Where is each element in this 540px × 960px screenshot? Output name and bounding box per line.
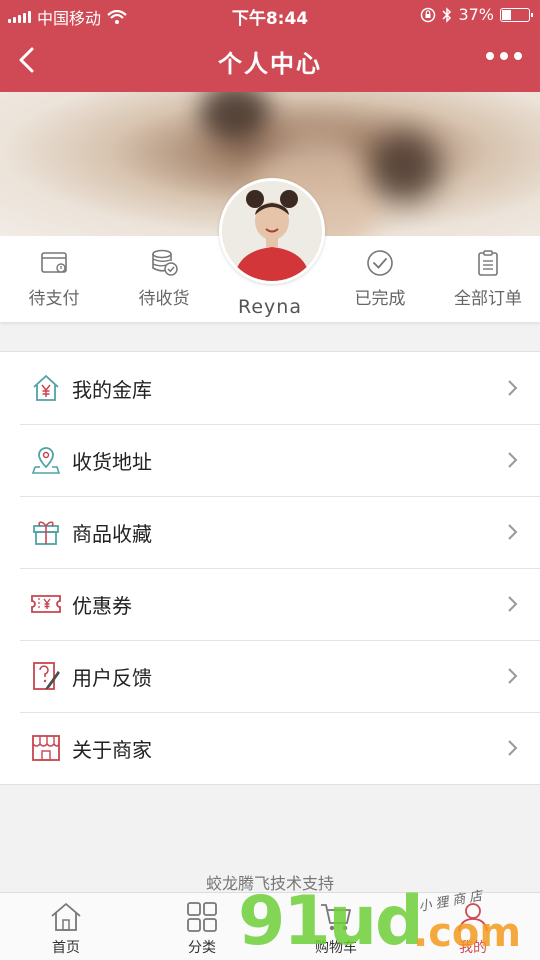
chevron-right-icon <box>508 596 518 612</box>
chevron-right-icon <box>508 380 518 396</box>
dot-icon <box>500 52 508 60</box>
menu-item-coupons[interactable]: 优惠券 <box>0 568 540 640</box>
dot-icon <box>514 52 522 60</box>
order-label: 全部订单 <box>454 289 522 309</box>
cart-icon <box>321 904 351 931</box>
store-icon <box>32 735 60 761</box>
tab-category[interactable]: 分类 <box>152 901 252 957</box>
tab-home[interactable]: 首页 <box>16 901 116 957</box>
dot-icon <box>486 52 494 60</box>
nav-bar: 个人中心 <box>0 30 540 92</box>
tech-support-text: 蛟龙腾飞技术支持 <box>205 874 334 893</box>
chevron-right-icon <box>508 668 518 684</box>
top-bar: 中国移动 下午8:44 37% 个人中心 <box>0 0 540 92</box>
order-pending-payment[interactable]: 待支付 <box>4 248 104 309</box>
menu-list: 我的金库 收货地址 商品收藏 优惠券 用户反馈 关于商家 <box>0 351 540 785</box>
tab-label: 我的 <box>459 940 487 956</box>
coins-check-icon <box>152 249 178 276</box>
username: Reyna <box>238 296 302 318</box>
gift-icon <box>33 521 59 545</box>
feedback-icon <box>33 662 60 690</box>
order-all[interactable]: 全部订单 <box>438 248 538 309</box>
tab-bar: 首页 分类 购物车 我的 <box>0 892 540 960</box>
menu-label: 关于商家 <box>72 738 152 762</box>
clipboard-icon <box>478 250 498 276</box>
menu-label: 优惠券 <box>72 594 132 618</box>
user-icon <box>458 903 488 932</box>
tab-cart[interactable]: 购物车 <box>286 901 386 957</box>
yen-house-icon <box>33 375 59 401</box>
tab-label: 购物车 <box>315 940 357 956</box>
wallet-card-icon <box>41 252 67 273</box>
menu-label: 用户反馈 <box>72 666 152 690</box>
tab-profile[interactable]: 我的 <box>423 901 523 957</box>
map-pin-icon <box>31 447 61 474</box>
more-button[interactable] <box>486 52 522 60</box>
order-label: 待支付 <box>28 289 80 309</box>
menu-item-vault[interactable]: 我的金库 <box>0 352 540 424</box>
menu-label: 收货地址 <box>72 450 152 474</box>
battery-icon <box>500 7 533 22</box>
check-circle-icon <box>367 250 393 276</box>
rotation-lock-icon <box>421 7 436 22</box>
home-icon <box>51 903 81 931</box>
grid-icon <box>187 902 217 932</box>
menu-label: 商品收藏 <box>72 522 152 546</box>
tab-label: 首页 <box>52 940 80 956</box>
status-bar: 中国移动 下午8:44 37% <box>0 0 540 30</box>
tab-label: 分类 <box>188 940 216 956</box>
bluetooth-icon <box>442 6 452 23</box>
menu-item-address[interactable]: 收货地址 <box>0 424 540 496</box>
avatar[interactable] <box>219 178 325 284</box>
menu-label: 我的金库 <box>72 378 152 402</box>
coupon-icon <box>31 595 61 613</box>
chevron-right-icon <box>508 452 518 468</box>
page-title: 个人中心 <box>218 50 322 78</box>
chevron-right-icon <box>508 524 518 540</box>
chevron-right-icon <box>508 740 518 756</box>
menu-item-favorites[interactable]: 商品收藏 <box>0 496 540 568</box>
menu-item-about[interactable]: 关于商家 <box>0 712 540 784</box>
menu-item-feedback[interactable]: 用户反馈 <box>0 640 540 712</box>
avatar-image <box>222 181 322 281</box>
battery-percent: 37% <box>458 5 494 24</box>
